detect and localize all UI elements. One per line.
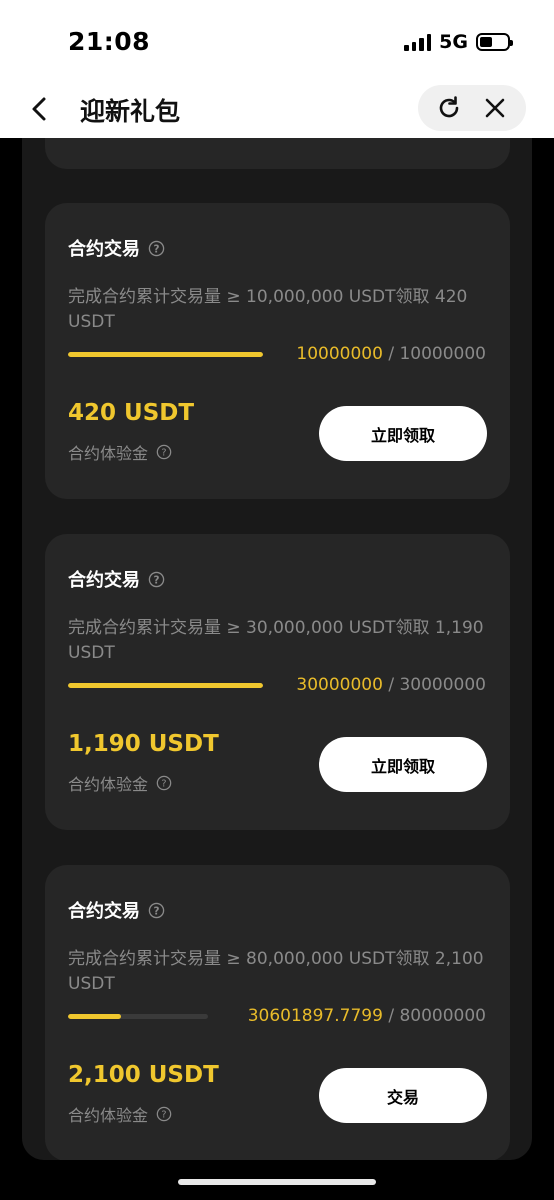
close-icon[interactable] <box>482 95 508 121</box>
progress-total: / 30000000 <box>388 675 486 695</box>
task-title-row: 合约交易 ? <box>68 897 165 923</box>
refresh-icon[interactable] <box>436 95 462 121</box>
task-title: 合约交易 <box>68 570 140 591</box>
progress-fill <box>68 1014 122 1019</box>
progress-fill <box>68 352 263 357</box>
chevron-left-icon <box>32 97 46 121</box>
progress-bar <box>68 1014 208 1019</box>
network-type: 5G <box>439 31 468 53</box>
svg-text:?: ? <box>153 905 159 917</box>
task-card: 合约交易 ? 完成合约累计交易量 ≥ 10,000,000 USDT领取 420… <box>45 203 510 499</box>
nav-bar: 迎新礼包 <box>0 80 554 138</box>
progress-text: 30601897.7799 / 80000000 <box>248 1005 486 1027</box>
task-title: 合约交易 <box>68 239 140 260</box>
progress-text: 30000000 / 30000000 <box>296 674 486 696</box>
task-description: 完成合约累计交易量 ≥ 10,000,000 USDT领取 420 USDT <box>68 287 468 332</box>
progress-total: / 80000000 <box>388 1006 486 1026</box>
reward-label: 合约体验金 <box>68 1106 149 1125</box>
progress-current: 10000000 <box>296 344 383 364</box>
svg-text:?: ? <box>153 574 159 586</box>
task-title: 合约交易 <box>68 901 140 922</box>
question-circle-icon[interactable]: ? <box>156 775 172 791</box>
reward-label: 合约体验金 <box>68 775 149 794</box>
progress-current: 30000000 <box>296 675 383 695</box>
home-indicator <box>178 1179 376 1185</box>
progress-current: 30601897.7799 <box>247 1006 383 1026</box>
status-bar: 21:08 5G <box>0 0 554 80</box>
nav-actions <box>418 85 526 131</box>
progress-bar <box>68 352 263 357</box>
task-card-partial <box>45 138 510 169</box>
question-circle-icon[interactable]: ? <box>148 571 165 588</box>
svg-text:?: ? <box>161 448 166 459</box>
svg-text:?: ? <box>153 243 159 255</box>
reward-amount: 420 USDT <box>68 400 195 426</box>
task-title-row: 合约交易 ? <box>68 235 165 261</box>
task-description: 完成合约累计交易量 ≥ 30,000,000 USDT领取 1,190 USDT <box>68 618 484 663</box>
signal-icon <box>404 33 432 51</box>
reward-amount: 2,100 USDT <box>68 1062 219 1088</box>
reward-label: 合约体验金 <box>68 444 149 463</box>
reward-label-row: 合约体验金 ? <box>68 1102 172 1126</box>
task-title-row: 合约交易 ? <box>68 566 165 592</box>
progress-fill <box>68 683 263 688</box>
task-card: 合约交易 ? 完成合约累计交易量 ≥ 80,000,000 USDT领取 2,1… <box>45 865 510 1160</box>
trade-button[interactable]: 交易 <box>319 1068 487 1123</box>
question-circle-icon[interactable]: ? <box>156 1106 172 1122</box>
claim-button[interactable]: 立即领取 <box>319 406 487 461</box>
reward-label-row: 合约体验金 ? <box>68 771 172 795</box>
battery-icon <box>476 33 513 51</box>
status-time: 21:08 <box>68 27 151 56</box>
progress-total: / 10000000 <box>388 344 486 364</box>
svg-text:?: ? <box>161 1110 166 1121</box>
svg-text:?: ? <box>161 779 166 790</box>
task-card: 合约交易 ? 完成合约累计交易量 ≥ 30,000,000 USDT领取 1,1… <box>45 534 510 830</box>
question-circle-icon[interactable]: ? <box>156 444 172 460</box>
status-indicators: 5G <box>404 31 513 53</box>
task-list[interactable]: 合约交易 ? 完成合约累计交易量 ≥ 10,000,000 USDT领取 420… <box>22 138 532 1160</box>
question-circle-icon[interactable]: ? <box>148 902 165 919</box>
question-circle-icon[interactable]: ? <box>148 240 165 257</box>
progress-bar <box>68 683 263 688</box>
progress-text: 10000000 / 10000000 <box>296 343 486 365</box>
page-title: 迎新礼包 <box>80 97 181 126</box>
back-button[interactable] <box>24 93 56 125</box>
task-description: 完成合约累计交易量 ≥ 80,000,000 USDT领取 2,100 USDT <box>68 949 484 994</box>
claim-button[interactable]: 立即领取 <box>319 737 487 792</box>
reward-amount: 1,190 USDT <box>68 731 219 757</box>
reward-label-row: 合约体验金 ? <box>68 440 172 464</box>
